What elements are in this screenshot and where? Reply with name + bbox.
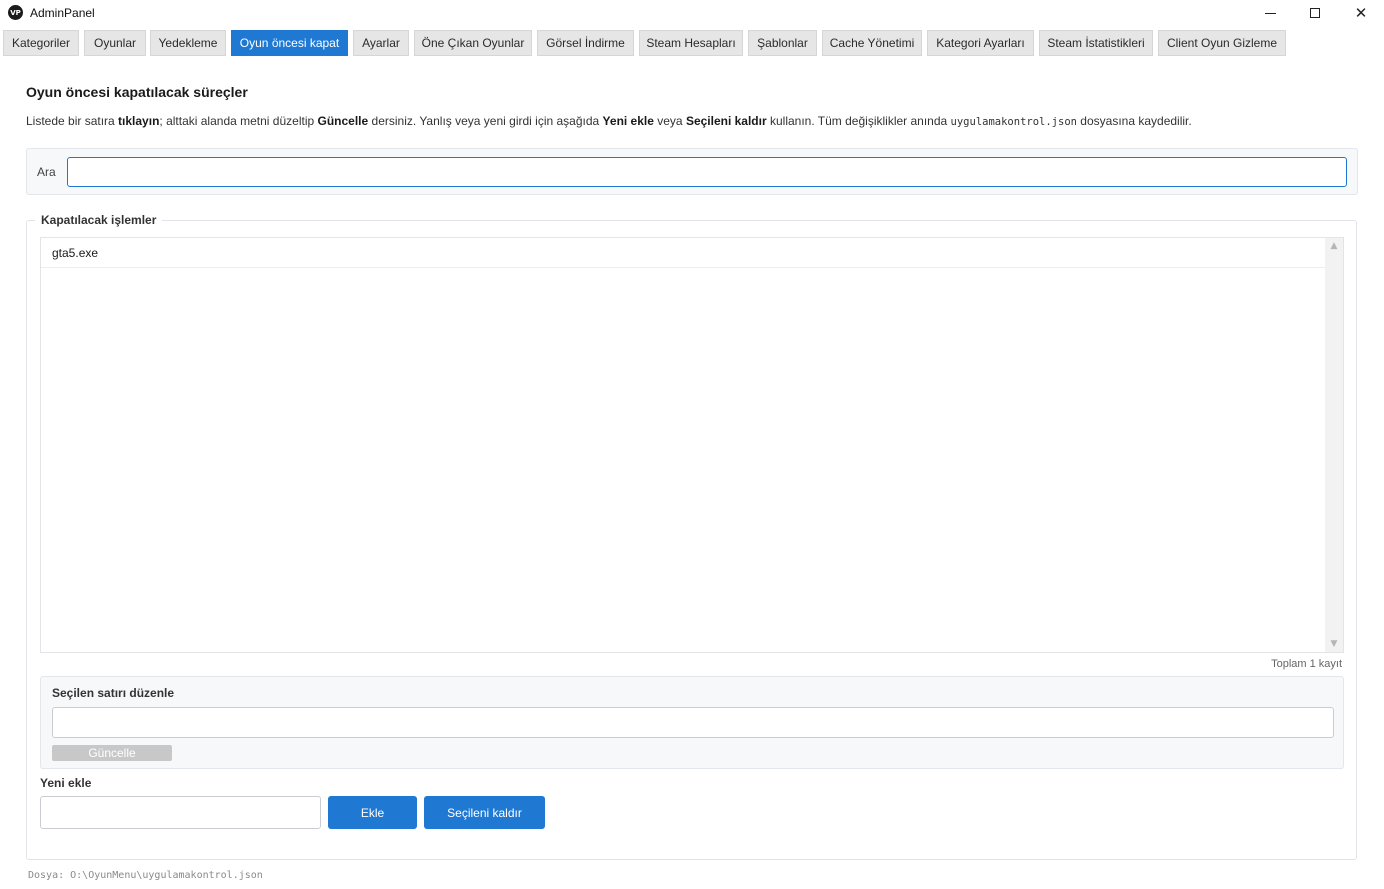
scroll-up-icon[interactable]: ▲ xyxy=(1325,238,1343,254)
desc-bold: tıklayın xyxy=(118,114,160,128)
remove-selected-button[interactable]: Seçileni kaldır xyxy=(424,796,545,829)
list-item[interactable]: gta5.exe xyxy=(41,238,1325,268)
update-button[interactable]: Güncelle xyxy=(52,745,172,761)
search-input[interactable] xyxy=(67,157,1347,187)
tab-client-oyun-gizleme[interactable]: Client Oyun Gizleme xyxy=(1158,30,1286,56)
tab-steam-istatistikleri[interactable]: Steam İstatistikleri xyxy=(1039,30,1153,56)
desc-text: dersiniz. Yanlış veya yeni girdi için aş… xyxy=(368,114,603,128)
minimize-button[interactable] xyxy=(1247,0,1293,26)
group-title: Kapatılacak işlemler xyxy=(35,213,163,227)
tab-cache-yonetimi[interactable]: Cache Yönetimi xyxy=(822,30,922,56)
edit-title: Seçilen satırı düzenle xyxy=(52,686,175,700)
search-panel: Ara xyxy=(26,148,1358,195)
tab-bar: Kategoriler Oyunlar Yedekleme Oyun önces… xyxy=(0,30,1384,56)
tab-kategoriler[interactable]: Kategoriler xyxy=(3,30,79,56)
file-path: Dosya: O:\OyunMenu\uygulamakontrol.json xyxy=(28,870,263,881)
new-entry-title: Yeni ekle xyxy=(40,776,92,790)
desc-text: dosyasına kaydedilir. xyxy=(1076,114,1192,128)
edit-field[interactable] xyxy=(52,707,1334,738)
tab-oyunlar[interactable]: Oyunlar xyxy=(84,30,146,56)
tab-sablonlar[interactable]: Şablonlar xyxy=(748,30,817,56)
maximize-icon xyxy=(1310,8,1320,18)
list-scrollbar[interactable]: ▲ ▼ xyxy=(1325,238,1343,652)
app-logo-icon: VP xyxy=(8,5,23,20)
maximize-button[interactable] xyxy=(1292,0,1338,26)
close-icon: ✕ xyxy=(1354,4,1368,22)
edit-panel: Seçilen satırı düzenle Güncelle xyxy=(40,676,1344,769)
desc-filename: uygulamakontrol.json xyxy=(950,116,1077,128)
close-button[interactable]: ✕ xyxy=(1338,0,1384,26)
minimize-icon xyxy=(1264,12,1276,14)
desc-text: veya xyxy=(653,114,686,128)
tab-oyun-oncesi-kapat[interactable]: Oyun öncesi kapat xyxy=(231,30,348,56)
process-group: Kapatılacak işlemler gta5.exe ▲ ▼ Toplam… xyxy=(26,213,1357,860)
tab-kategori-ayarlari[interactable]: Kategori Ayarları xyxy=(927,30,1034,56)
page-title: Oyun öncesi kapatılacak süreçler xyxy=(26,84,248,100)
add-button[interactable]: Ekle xyxy=(328,796,417,829)
desc-bold: Güncelle xyxy=(317,114,369,128)
title-bar: VP AdminPanel ✕ xyxy=(0,0,1384,26)
new-entry-field[interactable] xyxy=(40,796,321,829)
desc-text: kullanın. Tüm değişiklikler anında xyxy=(766,114,951,128)
tab-gorsel-indirme[interactable]: Görsel İndirme xyxy=(537,30,634,56)
tab-yedekleme[interactable]: Yedekleme xyxy=(150,30,226,56)
scroll-down-icon[interactable]: ▼ xyxy=(1325,636,1343,652)
tab-ayarlar[interactable]: Ayarlar xyxy=(353,30,409,56)
process-list[interactable]: gta5.exe ▲ ▼ xyxy=(40,237,1344,653)
desc-bold: Yeni ekle xyxy=(602,114,654,128)
total-count: Toplam 1 kayıt xyxy=(1271,658,1342,670)
search-label: Ara xyxy=(37,165,56,179)
tab-one-cikan-oyunlar[interactable]: Öne Çıkan Oyunlar xyxy=(414,30,532,56)
desc-text: ; alttaki alanda metni düzeltip xyxy=(159,114,318,128)
page-description: Listede bir satıra tıklayın; alttaki ala… xyxy=(26,114,1192,128)
tab-steam-hesaplari[interactable]: Steam Hesapları xyxy=(639,30,743,56)
desc-text: Listede bir satıra xyxy=(26,114,119,128)
window-title: AdminPanel xyxy=(30,6,95,20)
desc-bold: Seçileni kaldır xyxy=(685,114,767,128)
